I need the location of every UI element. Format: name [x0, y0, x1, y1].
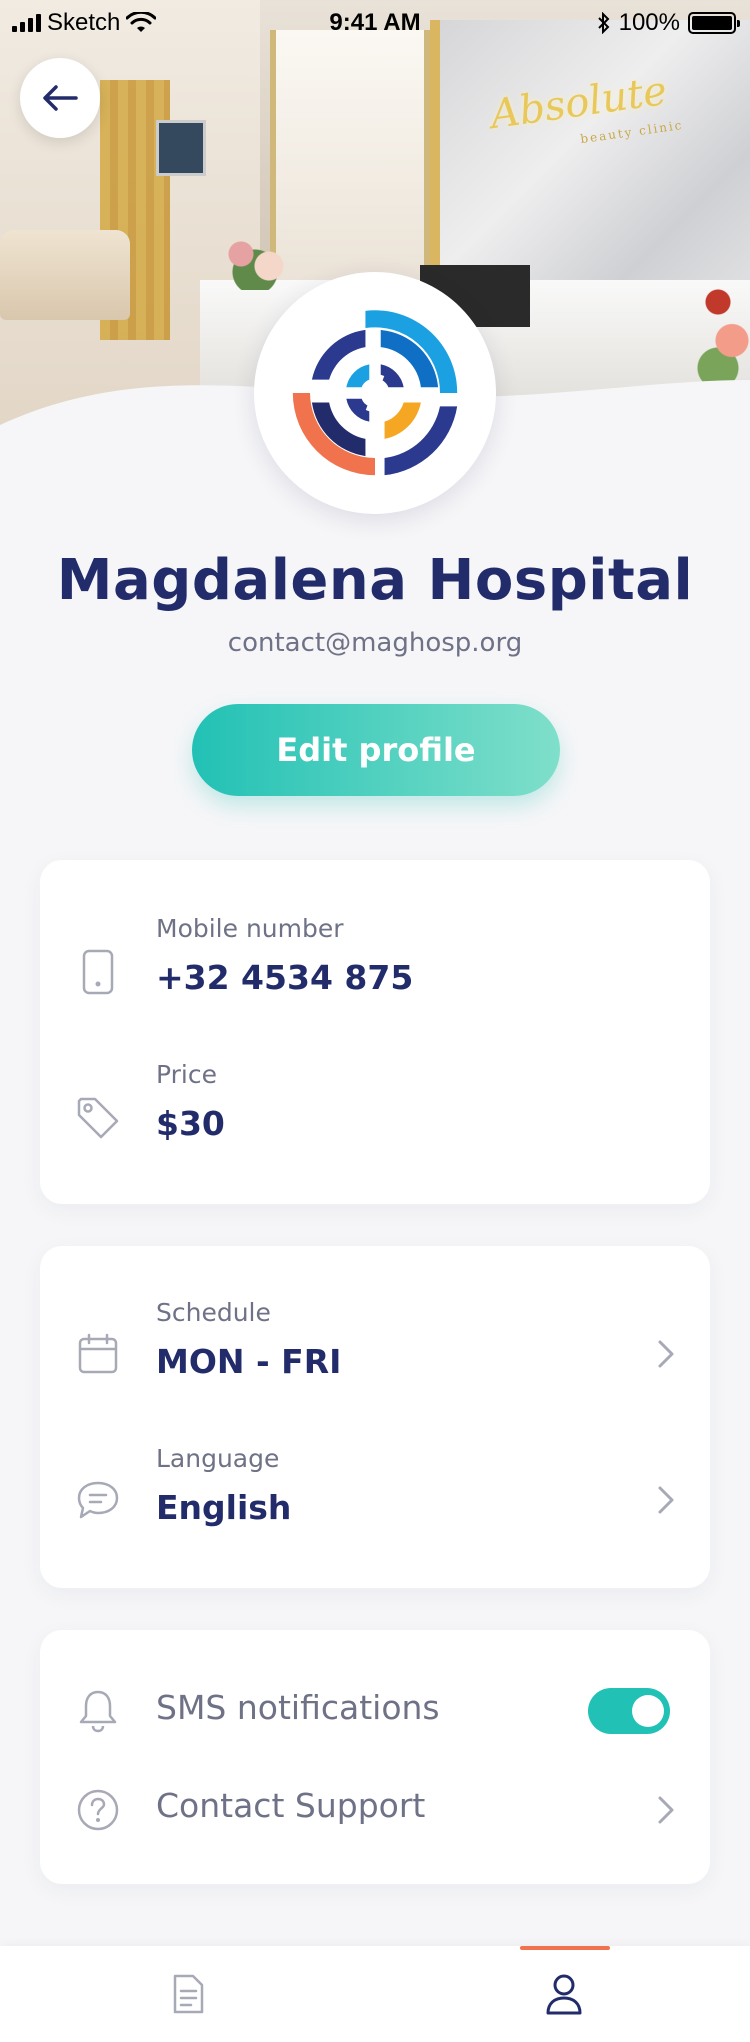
hospital-email: contact@maghosp.org [227, 628, 523, 658]
hospital-name: Magdalena Hospital [56, 548, 694, 613]
edit-profile-button[interactable]: Edit profile [192, 704, 560, 796]
sms-notifications-label: SMS notifications [156, 1688, 440, 1727]
contact-card: Mobile number +32 4534 875 Price $30 [40, 860, 710, 1204]
schedule-label: Schedule [156, 1298, 271, 1327]
bluetooth-icon [597, 12, 610, 34]
chevron-right-icon [652, 1334, 680, 1374]
hospital-logo-icon [292, 310, 458, 476]
tag-icon [74, 1094, 122, 1142]
hospital-avatar [254, 272, 496, 514]
price-row: Price $30 [40, 1058, 710, 1168]
arrow-left-icon [43, 85, 78, 111]
status-right: 100% [597, 9, 740, 37]
schedule-value: MON - FRI [156, 1342, 342, 1381]
battery-percent: 100% [618, 9, 680, 36]
user-icon [546, 1974, 582, 2015]
language-row[interactable]: Language English [40, 1442, 710, 1552]
price-value: $30 [156, 1104, 225, 1143]
mobile-value: +32 4534 875 [156, 958, 414, 997]
calendar-icon [74, 1330, 122, 1378]
language-label: Language [156, 1444, 280, 1473]
schedule-row[interactable]: Schedule MON - FRI [40, 1296, 710, 1406]
price-label: Price [156, 1060, 217, 1089]
status-bar: Sketch 9:41 AM 100% [0, 0, 750, 44]
bottom-tab-bar [0, 1946, 750, 2042]
settings-card: SMS notifications Contact Support [40, 1630, 710, 1884]
bell-icon [74, 1686, 122, 1734]
contact-support-row[interactable]: Contact Support [40, 1778, 710, 1838]
toggle-knob [632, 1695, 664, 1727]
battery-icon [688, 12, 740, 34]
sms-notifications-row: SMS notifications [40, 1680, 710, 1740]
document-icon [173, 1974, 204, 2014]
contact-support-label: Contact Support [156, 1786, 426, 1825]
tab-profile[interactable] [504, 1946, 624, 2042]
info-card: Schedule MON - FRI Language English [40, 1246, 710, 1588]
language-value: English [156, 1488, 292, 1527]
chat-bubble-icon [74, 1476, 122, 1524]
question-circle-icon [74, 1786, 122, 1834]
chevron-right-icon [652, 1480, 680, 1520]
mobile-row: Mobile number +32 4534 875 [40, 912, 710, 1022]
sms-notifications-toggle[interactable] [588, 1688, 670, 1734]
chevron-right-icon [652, 1790, 680, 1830]
mobile-label: Mobile number [156, 914, 344, 943]
phone-icon [74, 948, 122, 996]
tab-documents[interactable] [128, 1946, 248, 2042]
back-button[interactable] [20, 58, 100, 138]
